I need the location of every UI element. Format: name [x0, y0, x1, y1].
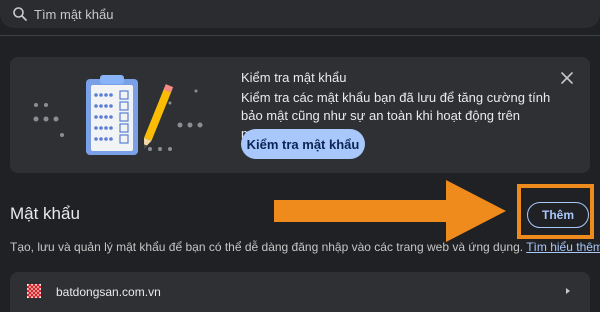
saved-password-row[interactable]: batdongsan.com.vn: [10, 272, 590, 312]
search-input[interactable]: [34, 4, 434, 24]
chevron-right-icon: [566, 288, 570, 294]
batdongsan-logo: [27, 284, 41, 298]
section-description-text: Tạo, lưu và quản lý mật khẩu để bạn có t…: [10, 240, 524, 254]
password-checklist-illustration: [33, 75, 203, 155]
search-icon: [13, 7, 27, 21]
learn-more-link[interactable]: Tìm hiểu thêm: [526, 240, 600, 254]
add-password-button[interactable]: Thêm: [527, 202, 589, 228]
annotation-arrow: [274, 180, 506, 242]
section-description: Tạo, lưu và quản lý mật khẩu để bạn có t…: [10, 240, 600, 254]
password-checkup-card: Kiểm tra mật khẩu Kiểm tra các mật khẩu …: [10, 57, 590, 173]
site-name: batdongsan.com.vn: [56, 285, 161, 299]
card-title: Kiểm tra mật khẩu: [241, 70, 347, 85]
check-passwords-button[interactable]: Kiểm tra mật khẩu: [241, 129, 365, 159]
search-bar[interactable]: [0, 0, 600, 28]
close-icon[interactable]: [558, 69, 576, 87]
divider: [0, 35, 600, 36]
section-title: Mật khẩu: [10, 204, 80, 223]
